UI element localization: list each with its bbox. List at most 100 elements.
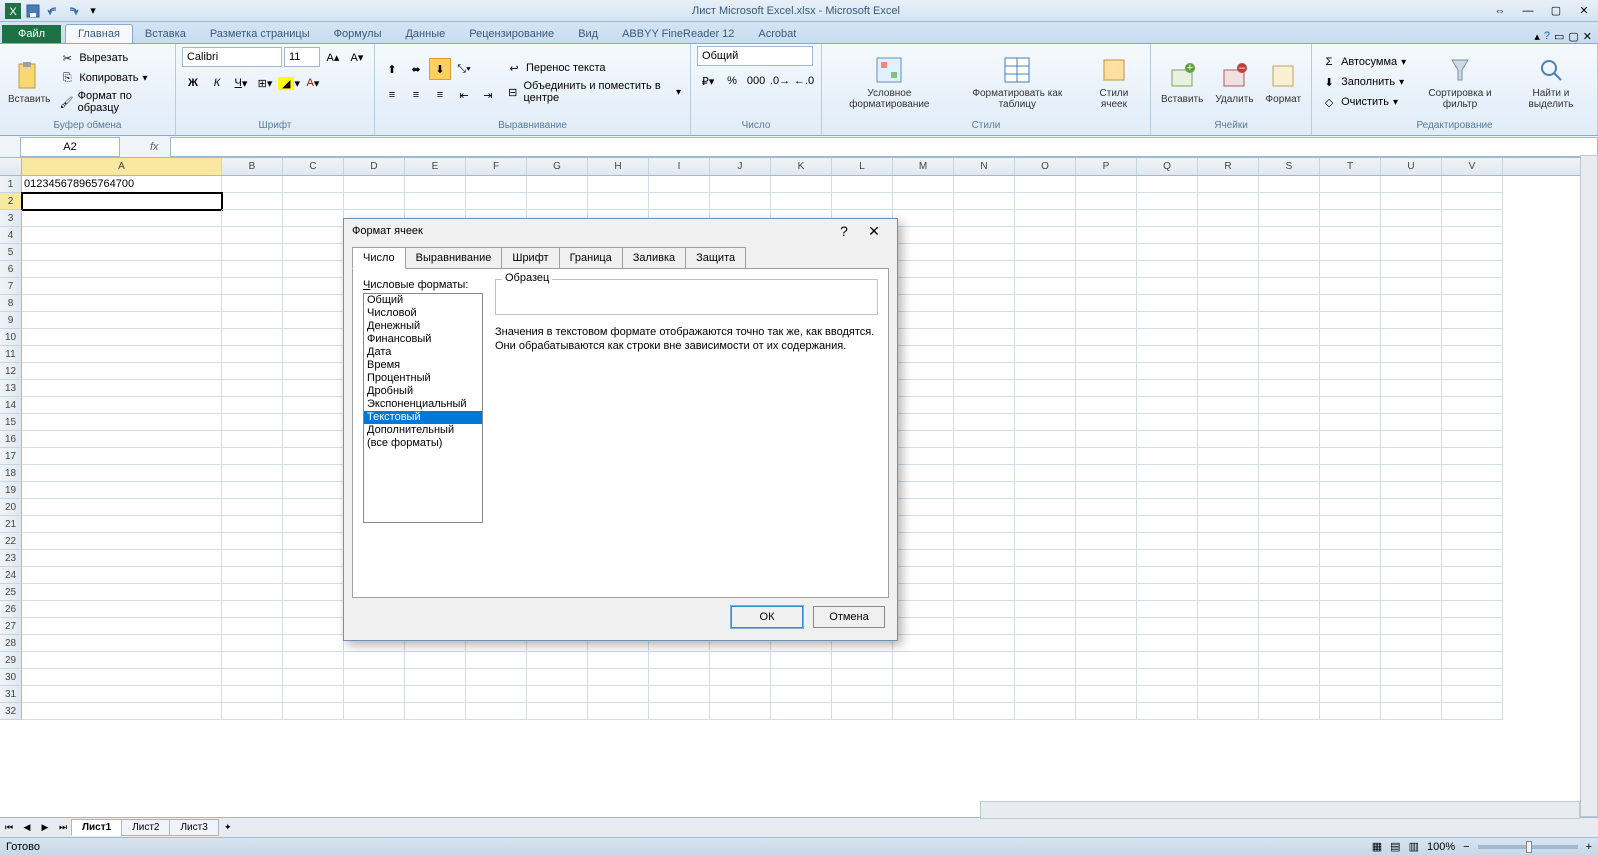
cell[interactable] <box>954 601 1015 618</box>
cell[interactable] <box>1259 176 1320 193</box>
cell[interactable] <box>1381 312 1442 329</box>
cell[interactable] <box>1442 312 1503 329</box>
cell[interactable] <box>1015 533 1076 550</box>
cell[interactable] <box>893 227 954 244</box>
last-sheet-icon[interactable]: ⏭ <box>54 819 72 837</box>
cell[interactable] <box>1259 193 1320 210</box>
cell[interactable] <box>649 703 710 720</box>
cell[interactable] <box>1198 516 1259 533</box>
cell[interactable] <box>1015 278 1076 295</box>
cell[interactable] <box>893 550 954 567</box>
increase-font-icon[interactable]: A▴ <box>322 46 344 68</box>
cell[interactable] <box>954 482 1015 499</box>
cell[interactable] <box>1442 601 1503 618</box>
cell[interactable] <box>1320 329 1381 346</box>
col-header-d[interactable]: D <box>344 158 405 175</box>
delete-cells-button[interactable]: – Удалить <box>1211 58 1257 107</box>
align-right-icon[interactable]: ≡ <box>429 84 451 106</box>
cell[interactable] <box>1015 210 1076 227</box>
dialog-tab-fill[interactable]: Заливка <box>622 247 686 269</box>
cell[interactable] <box>1442 703 1503 720</box>
cell[interactable] <box>283 686 344 703</box>
cell[interactable] <box>344 176 405 193</box>
cell[interactable] <box>222 669 283 686</box>
cell[interactable] <box>1442 278 1503 295</box>
cell[interactable] <box>1015 686 1076 703</box>
comma-icon[interactable]: 000 <box>745 70 767 92</box>
cell[interactable] <box>222 465 283 482</box>
cell[interactable] <box>1320 414 1381 431</box>
name-box[interactable]: A2 <box>20 137 120 157</box>
cell[interactable] <box>954 431 1015 448</box>
first-sheet-icon[interactable]: ⏮ <box>0 819 18 837</box>
drag-icon[interactable]: ⇔ <box>1490 2 1510 20</box>
decrease-decimal-icon[interactable]: ←.0 <box>793 70 815 92</box>
cell[interactable] <box>893 584 954 601</box>
cell[interactable] <box>1015 703 1076 720</box>
cell[interactable] <box>1320 465 1381 482</box>
cell[interactable] <box>222 703 283 720</box>
cell[interactable] <box>1198 346 1259 363</box>
cell[interactable] <box>893 669 954 686</box>
close-button[interactable]: ✕ <box>1574 2 1594 20</box>
format-list-item[interactable]: Денежный <box>364 320 482 333</box>
cell[interactable] <box>1381 601 1442 618</box>
cell[interactable] <box>893 244 954 261</box>
cell[interactable] <box>1381 176 1442 193</box>
cell[interactable] <box>283 278 344 295</box>
cell[interactable] <box>1198 397 1259 414</box>
cell[interactable] <box>22 210 222 227</box>
autosum-button[interactable]: ΣАвтосумма ▾ <box>1318 53 1409 71</box>
cell[interactable] <box>893 295 954 312</box>
cell[interactable] <box>1076 278 1137 295</box>
fill-button[interactable]: ⬇Заполнить ▾ <box>1318 73 1409 91</box>
row-header[interactable]: 7 <box>0 278 22 295</box>
cell[interactable] <box>283 431 344 448</box>
cell[interactable] <box>1442 482 1503 499</box>
cell[interactable] <box>1015 193 1076 210</box>
row-header[interactable]: 28 <box>0 635 22 652</box>
row-header[interactable]: 17 <box>0 448 22 465</box>
cell[interactable] <box>1259 618 1320 635</box>
row-header[interactable]: 29 <box>0 652 22 669</box>
cell[interactable] <box>283 210 344 227</box>
cell[interactable] <box>466 669 527 686</box>
cell[interactable] <box>710 193 771 210</box>
increase-decimal-icon[interactable]: .0→ <box>769 70 791 92</box>
underline-button[interactable]: Ч▾ <box>230 72 252 94</box>
cell[interactable] <box>1076 686 1137 703</box>
cell[interactable] <box>1259 652 1320 669</box>
cell[interactable] <box>1320 431 1381 448</box>
cell[interactable] <box>1381 210 1442 227</box>
cell[interactable] <box>954 295 1015 312</box>
cell[interactable] <box>1198 431 1259 448</box>
cell[interactable] <box>1442 652 1503 669</box>
cell[interactable] <box>1259 550 1320 567</box>
format-list-item[interactable]: Общий <box>364 294 482 307</box>
find-select-button[interactable]: Найти и выделить <box>1511 52 1591 112</box>
cell[interactable] <box>1259 431 1320 448</box>
cell[interactable] <box>1015 312 1076 329</box>
cell[interactable] <box>405 703 466 720</box>
cell[interactable] <box>283 295 344 312</box>
cell[interactable] <box>1442 414 1503 431</box>
cell[interactable] <box>1137 669 1198 686</box>
cell[interactable] <box>893 618 954 635</box>
zoom-in-icon[interactable]: + <box>1586 841 1592 853</box>
cell[interactable] <box>1137 567 1198 584</box>
cell[interactable] <box>1076 533 1137 550</box>
dialog-tab-border[interactable]: Граница <box>559 247 623 269</box>
cell[interactable] <box>954 516 1015 533</box>
cell[interactable] <box>1442 329 1503 346</box>
cell[interactable] <box>710 703 771 720</box>
cell[interactable] <box>954 329 1015 346</box>
cell[interactable] <box>1137 686 1198 703</box>
cell[interactable] <box>1259 295 1320 312</box>
cell[interactable] <box>1076 346 1137 363</box>
cell[interactable] <box>1137 635 1198 652</box>
cell[interactable] <box>893 414 954 431</box>
cell[interactable] <box>222 261 283 278</box>
cell[interactable] <box>1320 193 1381 210</box>
cell[interactable] <box>1076 499 1137 516</box>
cell[interactable] <box>1198 465 1259 482</box>
